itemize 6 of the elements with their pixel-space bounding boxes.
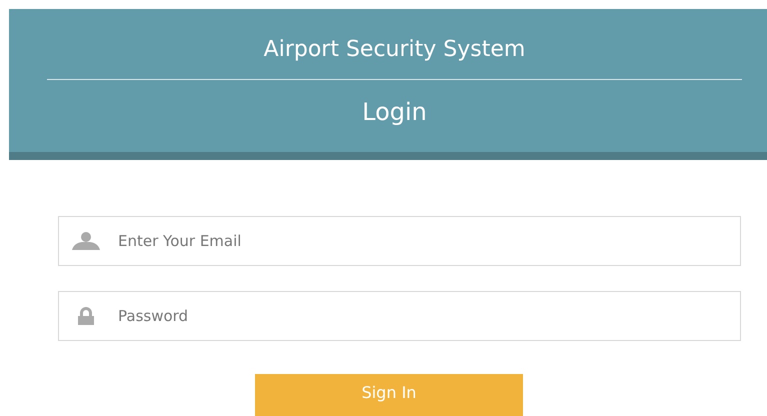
email-field[interactable]: Enter Your Email bbox=[58, 216, 741, 266]
page-heading: Login bbox=[362, 97, 427, 127]
password-field[interactable]: Password bbox=[58, 291, 741, 341]
sign-in-button[interactable]: Sign In bbox=[255, 374, 523, 416]
user-icon bbox=[71, 232, 101, 250]
app-title: Airport Security System bbox=[264, 36, 526, 64]
